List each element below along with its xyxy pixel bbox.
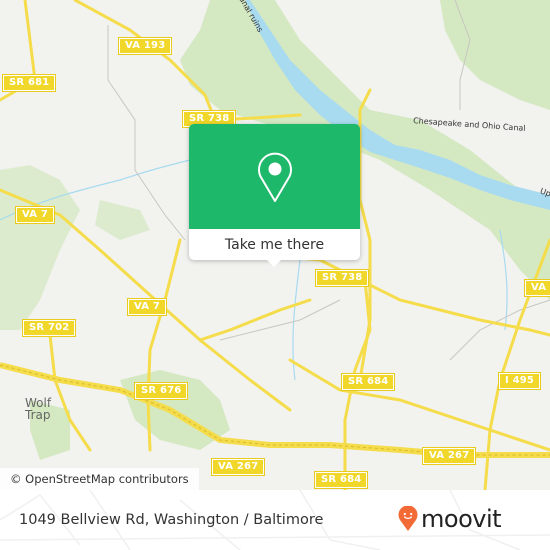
popup-tail xyxy=(266,259,282,267)
location-pin-icon xyxy=(257,152,292,202)
moovit-pin-icon xyxy=(398,506,418,531)
park-area xyxy=(440,0,550,110)
road-shield-sr-738-east: SR 738 xyxy=(314,269,370,287)
road-shield-sr-684-south: SR 684 xyxy=(313,471,369,489)
road-shield-va-267-west: VA 267 xyxy=(210,458,266,476)
road-shield-va-193: VA 193 xyxy=(117,37,173,55)
moovit-wordmark: moovit xyxy=(421,505,502,533)
road-shield-sr-681: SR 681 xyxy=(1,74,57,92)
road-shield-va-267-east: VA 267 xyxy=(421,447,477,465)
road-shield-i-495: I 495 xyxy=(497,372,542,390)
moovit-logo[interactable]: moovit xyxy=(398,505,502,533)
destination-popup: Take me there xyxy=(189,124,360,267)
place-label-line: Trap xyxy=(25,408,51,422)
road-sr-738-east xyxy=(268,253,550,337)
park-area xyxy=(95,200,150,240)
place-label-wolf-trap: Wolf Trap xyxy=(25,397,51,421)
road-shield-va-partial: VA xyxy=(523,279,550,297)
popup-header xyxy=(189,124,360,229)
road-shield-va-7: VA 7 xyxy=(14,206,56,224)
take-me-there-button[interactable]: Take me there xyxy=(189,229,360,260)
road-va-267 xyxy=(0,362,550,458)
road-shield-sr-684: SR 684 xyxy=(340,373,396,391)
map-attribution[interactable]: © OpenStreetMap contributors xyxy=(0,468,199,490)
footer-bar: 1049 Bellview Rd, Washington / Baltimore… xyxy=(0,490,550,550)
road-shield-sr-702: SR 702 xyxy=(21,319,77,337)
road-shield-sr-676: SR 676 xyxy=(133,382,189,400)
park-area xyxy=(0,165,80,330)
minor-road xyxy=(219,299,341,341)
address-text: 1049 Bellview Rd, Washington / Baltimore xyxy=(19,512,324,528)
map-view[interactable]: VA 193 SR 681 SR 738 VA 7 SR 738 VA SR 7… xyxy=(0,0,550,490)
road-shield-va-7-south: VA 7 xyxy=(126,298,168,316)
